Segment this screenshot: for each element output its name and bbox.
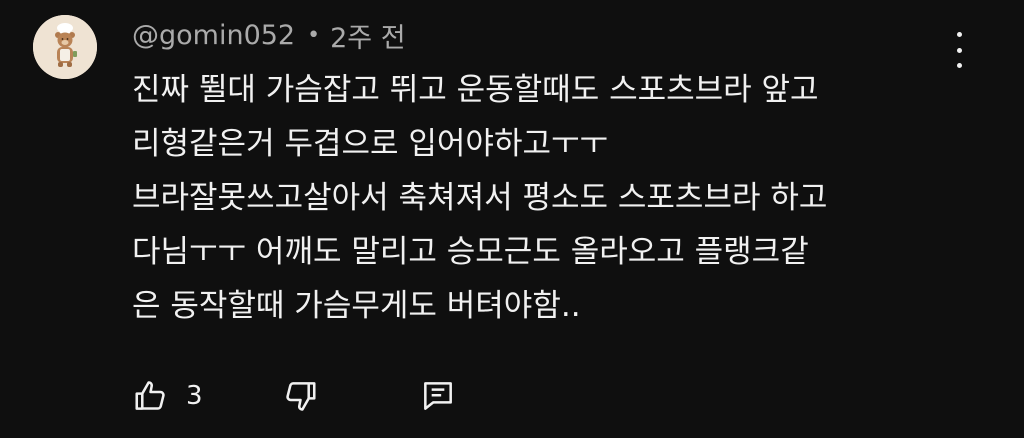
comment-text: 진짜 뛸대 가슴잡고 뛰고 운동할때도 스포츠브라 앞고 리형같은거 두겹으로 …	[132, 63, 952, 333]
thumbs-up-icon	[135, 381, 165, 410]
author-name[interactable]: @gomin052	[132, 20, 295, 51]
dislike-button[interactable]	[281, 377, 319, 415]
comment-line: 진짜 뛸대 가슴잡고 뛰고 운동할때도 스포츠브라 앞고	[132, 72, 819, 108]
menu-dot	[956, 32, 962, 37]
comment-card: @gomin052 • 2주 전 진짜 뛸대 가슴잡고 뛰고 운동할때도 스포츠…	[0, 0, 1024, 438]
thumbs-down-icon	[285, 382, 316, 411]
menu-dot	[956, 47, 962, 53]
comment-actions: 3	[132, 374, 457, 418]
comment-line: 리형같은거 두겹으로 입어야하고ㅜㅜ	[132, 126, 609, 162]
menu-dot	[956, 63, 962, 68]
comment-line: 은 동작할때 가슴무게도 버텨야함..	[132, 288, 581, 324]
bear-chef-icon	[33, 15, 97, 79]
like-count: 3	[186, 381, 203, 411]
avatar[interactable]	[33, 15, 97, 79]
comment-line: 다님ㅜㅜ 어깨도 말리고 승모근도 올라오고 플랭크같	[132, 234, 809, 270]
reply-comment-icon	[423, 382, 452, 410]
comment-header: @gomin052 • 2주 전	[132, 15, 406, 55]
comment-time[interactable]: 2주 전	[330, 16, 405, 55]
comment-line: 브라잘못쓰고살아서 축쳐져서 평소도 스포츠브라 하고	[132, 180, 828, 216]
reply-button[interactable]	[419, 377, 457, 415]
meta-separator: •	[307, 22, 321, 48]
like-button[interactable]: 3	[132, 377, 281, 415]
